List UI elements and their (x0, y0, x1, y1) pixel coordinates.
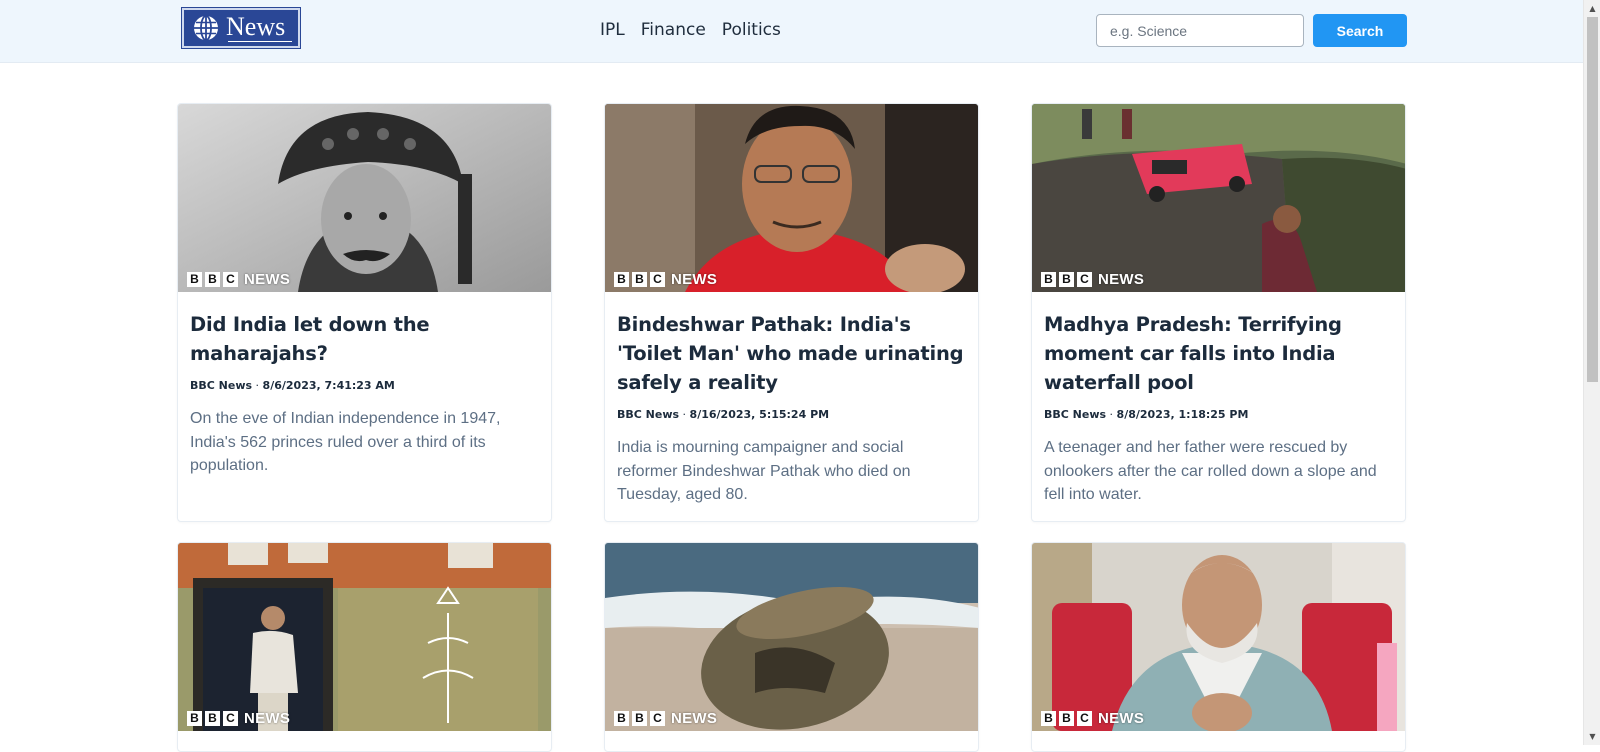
card-date: 8/16/2023, 5:15:24 PM (689, 408, 830, 421)
badge-word: NEWS (671, 271, 718, 288)
card-body: Bindeshwar Pathak: India's 'Toilet Man' … (605, 292, 978, 521)
village-doorway-photo (178, 543, 551, 731)
card-image[interactable]: B B C NEWS (178, 543, 551, 731)
logo-text: News (226, 12, 286, 41)
badge-word: NEWS (1098, 710, 1145, 727)
card-description: India is mourning campaigner and social … (617, 439, 911, 503)
badge-letter: B (632, 711, 647, 726)
badge-letter: C (650, 272, 665, 287)
bbc-news-badge: B B C NEWS (187, 710, 290, 727)
badge-letter: C (223, 272, 238, 287)
meta-separator: · (255, 379, 263, 392)
card-meta: BBC News · 8/6/2023, 7:41:23 AM (190, 378, 539, 394)
card-source: BBC News (190, 379, 253, 392)
vertical-scrollbar[interactable]: ▲ ▼ (1583, 0, 1600, 745)
scroll-up-arrow-icon[interactable]: ▲ (1584, 0, 1600, 17)
beach-debris-photo (605, 543, 978, 731)
news-logo[interactable]: News (182, 8, 300, 48)
badge-word: NEWS (671, 710, 718, 727)
news-card[interactable]: B B C NEWS (604, 542, 979, 752)
news-card[interactable]: B B C NEWS Madhya Pradesh: Terrifying mo… (1031, 103, 1406, 522)
news-card[interactable]: B B C NEWS Did India let down the mahara… (177, 103, 552, 522)
badge-letter: B (187, 272, 202, 287)
search-input[interactable] (1096, 14, 1304, 47)
card-title[interactable]: Madhya Pradesh: Terrifying moment car fa… (1044, 310, 1393, 397)
card-source: BBC News (1044, 408, 1107, 421)
news-card[interactable]: B B C NEWS (177, 542, 552, 752)
bbc-news-badge: B B C NEWS (614, 710, 717, 727)
badge-letter: B (632, 272, 647, 287)
badge-letter: C (1077, 711, 1092, 726)
card-meta: BBC News · 8/16/2023, 5:15:24 PM (617, 407, 966, 423)
nav-link-finance[interactable]: Finance (641, 18, 706, 42)
search-button[interactable]: Search (1313, 14, 1407, 47)
meta-separator: · (682, 408, 690, 421)
badge-letter: B (205, 711, 220, 726)
logo-underline (228, 41, 292, 42)
portrait-photo (605, 104, 978, 292)
card-date: 8/6/2023, 7:41:23 AM (262, 379, 395, 392)
globe-icon (194, 15, 218, 41)
badge-word: NEWS (1098, 271, 1145, 288)
badge-letter: B (614, 272, 629, 287)
bbc-news-badge: B B C NEWS (187, 271, 290, 288)
card-meta: BBC News · 8/8/2023, 1:18:25 PM (1044, 407, 1393, 423)
meta-separator: · (1109, 408, 1117, 421)
scroll-down-arrow-icon[interactable]: ▼ (1584, 728, 1600, 745)
card-image[interactable]: B B C NEWS (605, 104, 978, 292)
maharaja-photo (178, 104, 551, 292)
badge-letter: B (1041, 272, 1056, 287)
card-description: On the eve of Indian independence in 194… (190, 410, 501, 474)
bbc-news-badge: B B C NEWS (1041, 271, 1144, 288)
nav-link-politics[interactable]: Politics (722, 18, 781, 42)
badge-letter: B (205, 272, 220, 287)
badge-letter: C (650, 711, 665, 726)
card-description: A teenager and her father were rescued b… (1044, 439, 1377, 503)
nav-link-ipl[interactable]: IPL (600, 18, 625, 42)
card-image[interactable]: B B C NEWS (605, 543, 978, 731)
badge-letter: B (1041, 711, 1056, 726)
nav-links: IPL Finance Politics (600, 18, 781, 42)
bbc-news-badge: B B C NEWS (1041, 710, 1144, 727)
card-title[interactable]: Did India let down the maharajahs? (190, 310, 539, 368)
card-date: 8/8/2023, 1:18:25 PM (1116, 408, 1249, 421)
badge-letter: B (1059, 711, 1074, 726)
car-waterfall-photo (1032, 104, 1405, 292)
badge-letter: C (1077, 272, 1092, 287)
card-body: Did India let down the maharajahs? BBC N… (178, 292, 551, 492)
scroll-thumb[interactable] (1587, 17, 1598, 382)
badge-word: NEWS (244, 271, 291, 288)
badge-word: NEWS (244, 710, 291, 727)
card-body: Madhya Pradesh: Terrifying moment car fa… (1032, 292, 1405, 521)
leader-photo (1032, 543, 1405, 731)
badge-letter: B (1059, 272, 1074, 287)
card-image[interactable]: B B C NEWS (1032, 104, 1405, 292)
badge-letter: C (223, 711, 238, 726)
badge-letter: B (614, 711, 629, 726)
navbar: News IPL Finance Politics Search (0, 0, 1583, 63)
card-source: BBC News (617, 408, 680, 421)
card-image[interactable]: B B C NEWS (178, 104, 551, 292)
card-image[interactable]: B B C NEWS (1032, 543, 1405, 731)
card-title[interactable]: Bindeshwar Pathak: India's 'Toilet Man' … (617, 310, 966, 397)
news-card[interactable]: B B C NEWS Bindeshwar Pathak: India's 'T… (604, 103, 979, 522)
bbc-news-badge: B B C NEWS (614, 271, 717, 288)
news-card[interactable]: B B C NEWS (1031, 542, 1406, 752)
badge-letter: B (187, 711, 202, 726)
